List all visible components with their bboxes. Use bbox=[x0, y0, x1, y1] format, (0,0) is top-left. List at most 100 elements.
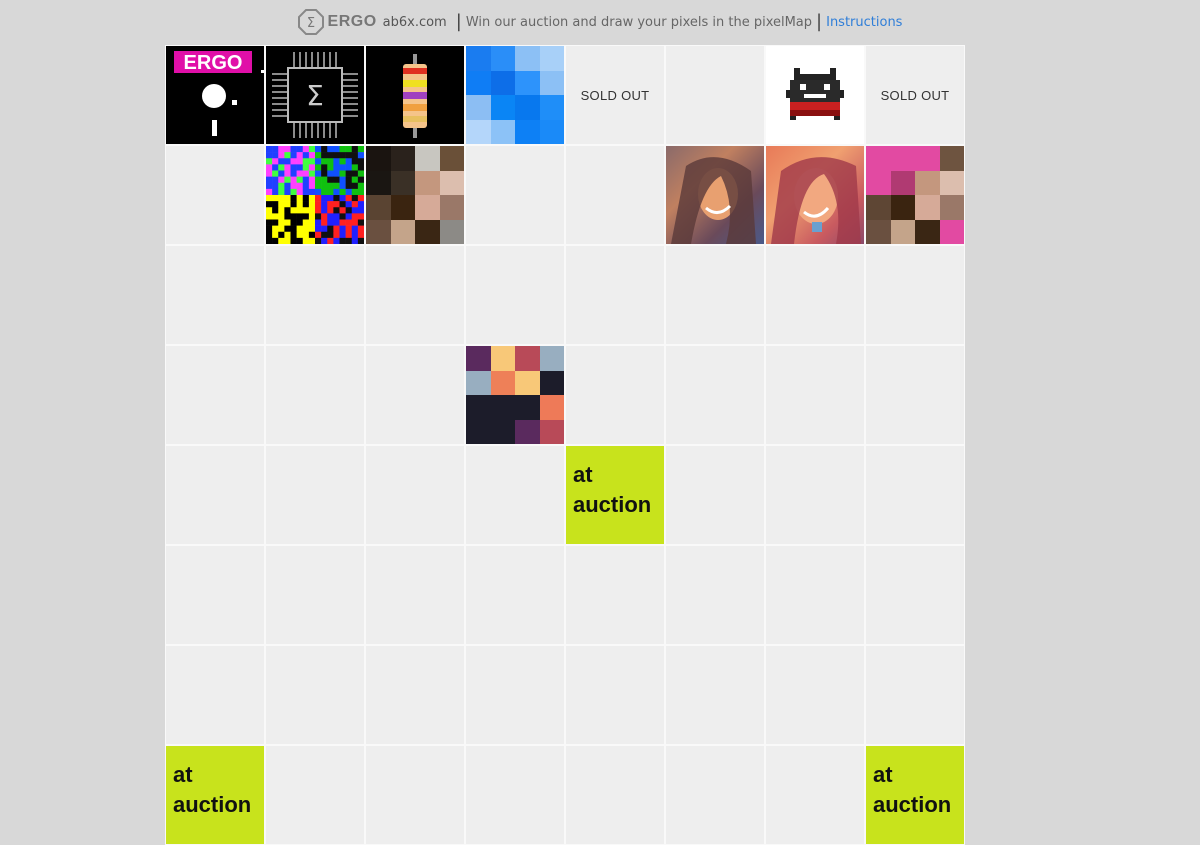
pixel-cell-empty[interactable] bbox=[565, 245, 665, 345]
mosaic-pixel bbox=[466, 46, 491, 71]
portrait-art bbox=[671, 157, 756, 244]
pixel-cell-skin-mosaic[interactable] bbox=[365, 145, 465, 245]
pixel-cell-empty[interactable] bbox=[765, 645, 865, 745]
pixel-cell-empty[interactable] bbox=[865, 545, 965, 645]
ergo-tile-art: ERGO bbox=[174, 51, 264, 136]
pixel-cell-empty[interactable] bbox=[265, 445, 365, 545]
resistor-icon bbox=[403, 54, 427, 138]
pixel-cell-empty[interactable] bbox=[865, 345, 965, 445]
pixel-cell-empty[interactable] bbox=[265, 245, 365, 345]
pixel-cell-empty[interactable] bbox=[565, 145, 665, 245]
pixel-cell-empty[interactable] bbox=[765, 545, 865, 645]
mosaic-pixel bbox=[439, 195, 464, 220]
pixel-cell-empty[interactable] bbox=[765, 745, 865, 845]
mosaic-pixel bbox=[539, 370, 564, 395]
pixel-cell-pink-mosaic[interactable] bbox=[865, 145, 965, 245]
mosaic-pixel bbox=[466, 419, 491, 444]
mosaic-pixel bbox=[439, 170, 464, 195]
mosaic-pixel bbox=[466, 395, 491, 420]
mosaic-pixel bbox=[366, 146, 391, 171]
pixel-cell-empty[interactable] bbox=[365, 245, 465, 345]
pixel-cell-at-auction[interactable]: at auction bbox=[165, 745, 265, 845]
instructions-link[interactable]: Instructions bbox=[826, 15, 902, 30]
pixel-cell-empty[interactable] bbox=[165, 345, 265, 445]
auction-label-line2: auction bbox=[873, 792, 952, 817]
pixel-cell-empty[interactable] bbox=[665, 445, 765, 545]
pixel-cell-warm-mosaic[interactable] bbox=[465, 345, 565, 445]
pixel-cell-empty[interactable] bbox=[665, 345, 765, 445]
pixel-cell-empty[interactable] bbox=[165, 145, 265, 245]
mosaic-pixel bbox=[466, 370, 491, 395]
pixel-cell-sigma-chip[interactable]: Σ bbox=[265, 45, 365, 145]
blue-checker-mosaic bbox=[466, 46, 564, 144]
pixel-cell-ergo-logo[interactable]: ERGO bbox=[165, 45, 265, 145]
sigma-logo-icon: Σ bbox=[297, 9, 324, 35]
pixel-cell-empty[interactable] bbox=[365, 645, 465, 745]
pixel-cell-noise-quad[interactable] bbox=[265, 145, 365, 245]
pixel-cell-empty[interactable] bbox=[365, 545, 465, 645]
pixel-cell-empty[interactable] bbox=[865, 245, 965, 345]
mosaic-pixel bbox=[466, 346, 491, 371]
mosaic-pixel bbox=[866, 195, 891, 220]
pixel-cell-empty[interactable] bbox=[465, 245, 565, 345]
pixel-cell-sold-out[interactable]: SOLD OUT bbox=[865, 45, 965, 145]
pixel-cell-empty[interactable] bbox=[765, 445, 865, 545]
pixel-cell-empty[interactable] bbox=[565, 745, 665, 845]
mosaic-pixel bbox=[515, 70, 540, 95]
pixel-cell-portrait[interactable] bbox=[765, 145, 865, 245]
sigma-chip-icon: Σ bbox=[272, 52, 358, 138]
pixel-cell-empty[interactable] bbox=[165, 245, 265, 345]
pixel-cell-empty[interactable] bbox=[365, 445, 465, 545]
pixel-cell-portrait[interactable] bbox=[665, 145, 765, 245]
portrait-art bbox=[771, 157, 861, 244]
pixel-cell-empty[interactable] bbox=[165, 545, 265, 645]
mosaic-pixel bbox=[390, 195, 415, 220]
pixel-cell-empty[interactable] bbox=[865, 445, 965, 545]
mosaic-pixel bbox=[490, 346, 515, 371]
pixel-cell-empty[interactable] bbox=[565, 645, 665, 745]
pixel-cell-empty[interactable] bbox=[465, 745, 565, 845]
mosaic-pixel bbox=[490, 95, 515, 120]
pixel-cell-empty[interactable] bbox=[165, 445, 265, 545]
mosaic-pixel bbox=[539, 70, 564, 95]
header-separator: | bbox=[455, 10, 462, 32]
pixel-cell-empty[interactable] bbox=[165, 645, 265, 745]
sold-out-label: SOLD OUT bbox=[880, 87, 950, 103]
ergo-logo[interactable]: Σ ERGO bbox=[297, 9, 377, 35]
pixel-cell-at-auction[interactable]: at auction bbox=[565, 445, 665, 545]
mosaic-pixel bbox=[490, 46, 515, 71]
pixel-cell-sold-out[interactable]: SOLD OUT bbox=[565, 45, 665, 145]
sold-out-label: SOLD OUT bbox=[580, 87, 650, 103]
pixel-cell-empty[interactable] bbox=[265, 745, 365, 845]
pixel-cell-empty[interactable] bbox=[365, 745, 465, 845]
mosaic-pixel bbox=[539, 119, 564, 144]
pixel-cell-blue-checker[interactable] bbox=[465, 45, 565, 145]
pixel-cell-empty[interactable] bbox=[265, 545, 365, 645]
pixel-cell-empty[interactable] bbox=[465, 145, 565, 245]
pixel-cell-empty[interactable] bbox=[565, 545, 665, 645]
pixel-cell-robot[interactable] bbox=[765, 45, 865, 145]
pixel-cell-empty[interactable] bbox=[665, 545, 765, 645]
pixel-cell-empty[interactable] bbox=[465, 645, 565, 745]
mosaic-pixel bbox=[539, 346, 564, 371]
pixel-cell-empty[interactable] bbox=[265, 345, 365, 445]
pixel-cell-empty[interactable] bbox=[565, 345, 665, 445]
pixel-cell-empty[interactable] bbox=[665, 645, 765, 745]
mosaic-pixel bbox=[366, 170, 391, 195]
pixel-cell-empty[interactable] bbox=[665, 45, 765, 145]
noise-pattern-art bbox=[266, 146, 364, 244]
pixel-cell-empty[interactable] bbox=[265, 645, 365, 745]
mosaic-pixel bbox=[915, 219, 940, 244]
pixel-cell-empty[interactable] bbox=[765, 245, 865, 345]
pixel-cell-empty[interactable] bbox=[865, 645, 965, 745]
pixel-cell-resistor[interactable] bbox=[365, 45, 465, 145]
pixel-cell-empty[interactable] bbox=[765, 345, 865, 445]
pixel-cell-empty[interactable] bbox=[465, 445, 565, 545]
pixel-cell-empty[interactable] bbox=[365, 345, 465, 445]
pixel-cell-empty[interactable] bbox=[465, 545, 565, 645]
mosaic-pixel bbox=[539, 419, 564, 444]
pixel-cell-empty[interactable] bbox=[665, 245, 765, 345]
mosaic-pixel bbox=[490, 70, 515, 95]
pixel-cell-at-auction[interactable]: at auction bbox=[865, 745, 965, 845]
pixel-cell-empty[interactable] bbox=[665, 745, 765, 845]
